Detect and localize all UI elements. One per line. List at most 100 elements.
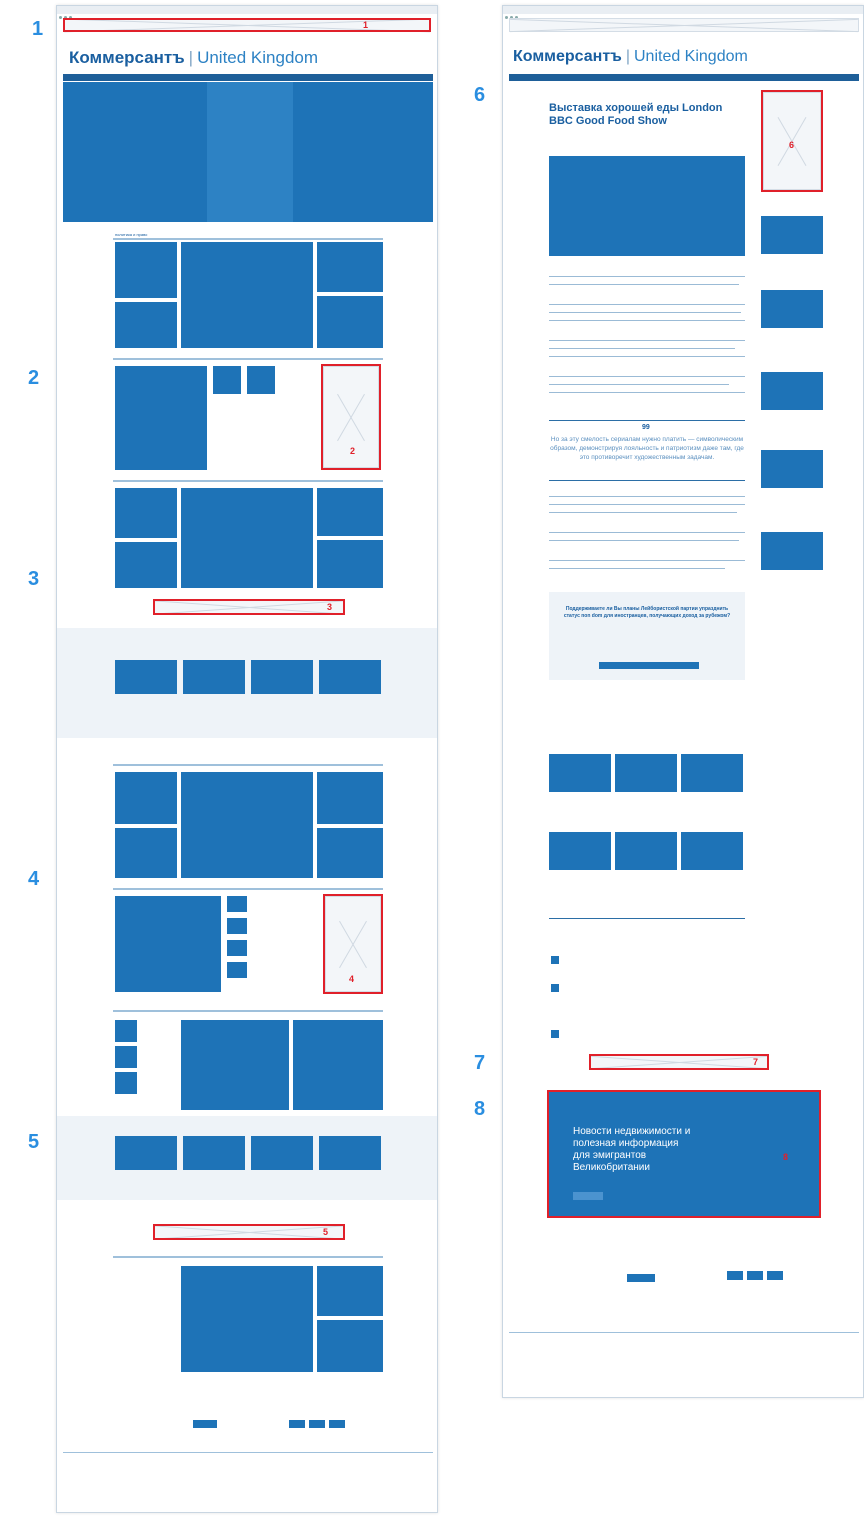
news-card[interactable] xyxy=(317,488,383,536)
news-card[interactable] xyxy=(115,302,177,348)
comment-avatar xyxy=(551,1030,559,1038)
news-thumb[interactable] xyxy=(227,896,247,912)
news-card[interactable] xyxy=(115,488,177,538)
footer-divider xyxy=(509,1332,859,1333)
news-card[interactable] xyxy=(115,772,177,824)
marker-4: 4 xyxy=(28,868,40,890)
section-divider xyxy=(113,888,383,890)
text-line xyxy=(549,392,745,393)
popular-card[interactable] xyxy=(115,660,177,694)
news-card[interactable] xyxy=(115,242,177,298)
news-thumb[interactable] xyxy=(227,962,247,978)
news-card-large[interactable] xyxy=(181,1266,313,1372)
region-name: United Kingdom xyxy=(633,48,748,65)
site-logo[interactable]: Коммерсантъ | United Kingdom xyxy=(69,48,318,68)
right-page-mockup: Коммерсантъ | United Kingdom Выставка хоро… xyxy=(502,5,864,1398)
section-divider xyxy=(113,764,383,766)
text-line xyxy=(549,320,745,321)
news-thumb[interactable] xyxy=(115,1046,137,1068)
news-thumb[interactable] xyxy=(227,918,247,934)
sidebar-popular-card[interactable] xyxy=(761,532,823,570)
marker-1: 1 xyxy=(32,18,44,40)
plan-button[interactable] xyxy=(289,1420,305,1428)
article-title: Выставка хорошей еды London BBC Good Foo… xyxy=(549,102,723,127)
sidebar-popular-card[interactable] xyxy=(761,290,823,328)
plan-button[interactable] xyxy=(329,1420,345,1428)
highlight-5 xyxy=(153,1224,345,1240)
subscribe-button[interactable] xyxy=(627,1274,655,1282)
marker-3: 3 xyxy=(28,568,40,590)
highlight-8 xyxy=(547,1090,821,1218)
news-card[interactable] xyxy=(317,540,383,588)
related-card[interactable] xyxy=(681,754,743,792)
site-logo[interactable]: Коммерсантъ | United Kingdom xyxy=(513,48,748,66)
article-image[interactable] xyxy=(549,156,745,256)
news-thumb[interactable] xyxy=(115,1020,137,1042)
news-card[interactable] xyxy=(317,242,383,292)
news-card[interactable] xyxy=(317,1320,383,1372)
news-card-large[interactable] xyxy=(115,896,221,992)
related-card[interactable] xyxy=(615,754,677,792)
news-card-large[interactable] xyxy=(181,488,313,588)
news-card[interactable] xyxy=(317,772,383,824)
text-line xyxy=(549,340,745,341)
news-thumb[interactable] xyxy=(227,940,247,956)
related-card[interactable] xyxy=(681,832,743,870)
news-card[interactable] xyxy=(247,366,275,394)
ad-number-3: 3 xyxy=(327,602,333,612)
popular-card[interactable] xyxy=(183,660,245,694)
plan-button[interactable] xyxy=(747,1271,763,1280)
poll-question: Поддерживаете ли Вы планы Лейбористской … xyxy=(563,606,731,619)
poll-submit-button[interactable] xyxy=(599,662,699,669)
marker-5: 5 xyxy=(28,1131,40,1153)
text-line xyxy=(549,376,745,377)
brand-name: Коммерсантъ xyxy=(69,48,185,67)
popular-card[interactable] xyxy=(319,660,381,694)
popular-card[interactable] xyxy=(183,1136,245,1170)
news-card-large[interactable] xyxy=(181,772,313,878)
text-line xyxy=(549,348,735,349)
news-card[interactable] xyxy=(317,296,383,348)
text-line xyxy=(549,304,745,305)
plan-button[interactable] xyxy=(309,1420,325,1428)
text-line xyxy=(549,504,745,505)
plan-button[interactable] xyxy=(767,1271,783,1280)
news-card[interactable] xyxy=(213,366,241,394)
hero-center-slide[interactable] xyxy=(207,82,293,222)
ad-number-2: 2 xyxy=(350,446,356,456)
main-navigation[interactable] xyxy=(509,74,859,81)
related-card[interactable] xyxy=(549,754,611,792)
quote-divider xyxy=(549,420,745,421)
sidebar-popular-card[interactable] xyxy=(761,372,823,410)
popular-card[interactable] xyxy=(251,1136,313,1170)
news-card[interactable] xyxy=(115,828,177,878)
pull-quote: Но за эту смелость сериалам нужно платит… xyxy=(550,436,744,461)
plan-button[interactable] xyxy=(727,1271,743,1280)
popular-card[interactable] xyxy=(319,1136,381,1170)
news-card-large[interactable] xyxy=(181,242,313,348)
section-divider xyxy=(113,238,383,240)
main-navigation[interactable] xyxy=(63,74,433,81)
news-thumb[interactable] xyxy=(115,1072,137,1094)
news-card-large[interactable] xyxy=(293,1020,383,1110)
news-card-large[interactable] xyxy=(181,1020,289,1110)
brand-name: Коммерсантъ xyxy=(513,48,622,65)
popular-card[interactable] xyxy=(251,660,313,694)
subscribe-button[interactable] xyxy=(193,1420,217,1428)
section-label: политика и право xyxy=(115,232,148,237)
news-card[interactable] xyxy=(115,542,177,588)
left-page-mockup: 1 Коммерсантъ | United Kingdom политика и … xyxy=(56,5,438,1513)
browser-chrome xyxy=(57,6,437,19)
comment-avatar xyxy=(551,984,559,992)
related-card[interactable] xyxy=(549,832,611,870)
marker-6: 6 xyxy=(474,84,486,106)
popular-card[interactable] xyxy=(115,1136,177,1170)
news-card[interactable] xyxy=(317,828,383,878)
news-card-large[interactable] xyxy=(115,366,207,470)
news-card[interactable] xyxy=(317,1266,383,1316)
marker-2: 2 xyxy=(28,367,40,389)
sidebar-popular-card[interactable] xyxy=(761,216,823,254)
related-card[interactable] xyxy=(615,832,677,870)
highlight-7 xyxy=(589,1054,769,1070)
sidebar-popular-card[interactable] xyxy=(761,450,823,488)
